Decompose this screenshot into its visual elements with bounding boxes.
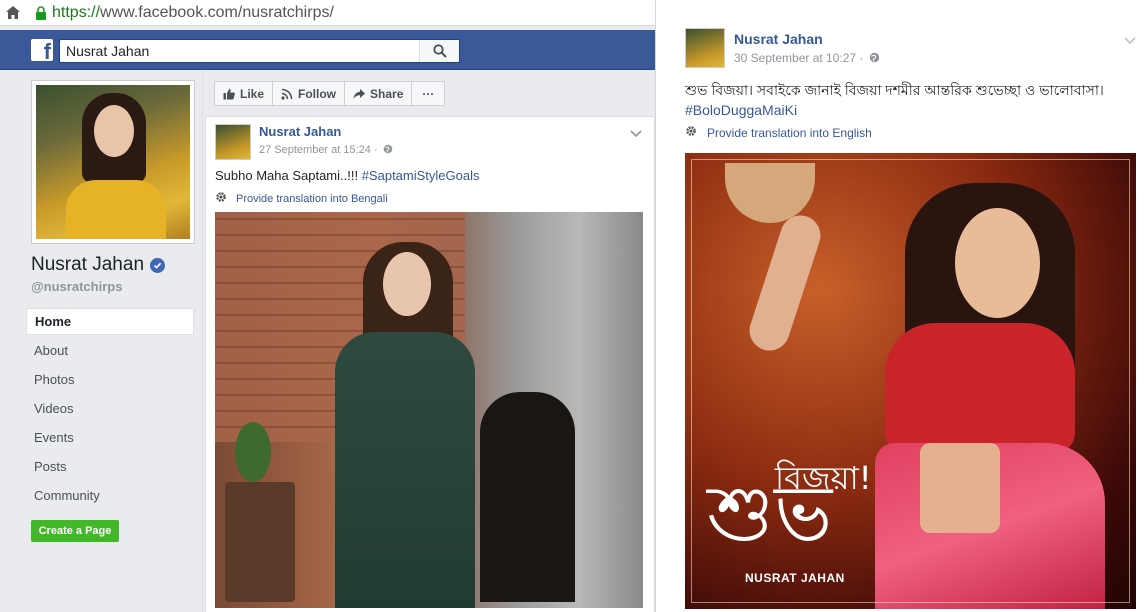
post-time[interactable]: 27 September at 15:24 · bbox=[259, 144, 393, 156]
post-photo[interactable]: বিজয়া! শুভ NUSRAT JAHAN bbox=[685, 153, 1136, 609]
vijaya-post-screenshot: Nusrat Jahan 30 September at 10:27 · শুভ… bbox=[672, 18, 1148, 612]
search-box[interactable] bbox=[59, 39, 460, 63]
post-avatar[interactable] bbox=[685, 28, 725, 68]
post-text: Subho Maha Saptami..!!! #SaptamiStyleGoa… bbox=[215, 168, 480, 183]
post-body: শুভ বিজয়া। সবাইকে জানাই বিজয়া দশমীর আন… bbox=[685, 82, 1104, 98]
screenshot-divider bbox=[655, 0, 656, 612]
page-name-text: Nusrat Jahan bbox=[31, 254, 145, 275]
lock-icon bbox=[32, 4, 50, 22]
column-divider bbox=[202, 70, 203, 612]
share-label: Share bbox=[370, 86, 404, 101]
url-scheme: https:// bbox=[52, 3, 101, 21]
follow-label: Follow bbox=[298, 86, 337, 101]
search-input[interactable] bbox=[60, 43, 420, 59]
nav-item-community[interactable]: Community bbox=[26, 481, 194, 510]
browser-url-bar[interactable]: https://www.facebook.com/nusratchirps/ bbox=[0, 0, 655, 26]
post-card: Nusrat Jahan 27 September at 15:24 · Sub… bbox=[205, 116, 655, 612]
photo-title-shubho: শুভ bbox=[707, 469, 833, 559]
post-hashtag[interactable]: #BoloDuggaMaiKi bbox=[685, 100, 1135, 120]
facebook-logo[interactable]: f bbox=[31, 39, 53, 61]
translate-label: Provide translation into Bengali bbox=[236, 192, 388, 205]
home-icon[interactable] bbox=[0, 0, 26, 26]
like-label: Like bbox=[240, 86, 265, 101]
translate-link[interactable]: Provide translation into English bbox=[685, 125, 872, 140]
search-icon bbox=[432, 44, 447, 58]
url-text[interactable]: https://www.facebook.com/nusratchirps/ bbox=[52, 4, 334, 22]
globe-icon bbox=[869, 52, 879, 63]
page-action-bar: Like Follow Share ··· bbox=[214, 81, 446, 106]
more-button[interactable]: ··· bbox=[411, 81, 446, 106]
like-icon bbox=[223, 88, 235, 100]
chevron-down-icon[interactable] bbox=[630, 125, 642, 143]
follow-icon bbox=[281, 88, 293, 100]
nav-item-photos[interactable]: Photos bbox=[26, 365, 194, 394]
share-button[interactable]: Share bbox=[344, 81, 413, 106]
profile-photo bbox=[36, 85, 190, 239]
nav-item-posts[interactable]: Posts bbox=[26, 452, 194, 481]
chevron-down-icon[interactable] bbox=[1124, 32, 1136, 50]
post-hashtag[interactable]: #SaptamiStyleGoals bbox=[362, 168, 480, 183]
post-text: শুভ বিজয়া। সবাইকে জানাই বিজয়া দশমীর আন… bbox=[685, 80, 1135, 120]
photo-name-caption: NUSRAT JAHAN bbox=[745, 571, 845, 585]
post-photo[interactable] bbox=[215, 212, 643, 608]
url-path: www.facebook.com/nusratchirps/ bbox=[100, 3, 334, 21]
post-avatar[interactable] bbox=[215, 124, 251, 160]
create-page-button[interactable]: Create a Page bbox=[31, 520, 119, 542]
post-author[interactable]: Nusrat Jahan bbox=[259, 124, 341, 139]
translate-link[interactable]: Provide translation into Bengali bbox=[215, 191, 388, 206]
follow-button[interactable]: Follow bbox=[272, 81, 346, 106]
more-icon: ··· bbox=[422, 86, 435, 101]
globe-icon bbox=[383, 144, 393, 154]
translate-label: Provide translation into English bbox=[707, 125, 872, 140]
search-button[interactable] bbox=[419, 40, 459, 62]
nav-item-events[interactable]: Events bbox=[26, 423, 194, 452]
verified-icon bbox=[150, 257, 166, 273]
gear-icon bbox=[685, 125, 697, 140]
facebook-top-bar: f bbox=[0, 30, 655, 70]
facebook-page-screenshot: f Nusrat Jahan @nusratchirps Home About … bbox=[0, 26, 655, 612]
nav-item-about[interactable]: About bbox=[26, 336, 194, 365]
share-icon bbox=[353, 88, 366, 100]
page-nav: Home About Photos Videos Events Posts Co… bbox=[26, 308, 194, 510]
post-time[interactable]: 30 September at 10:27 · bbox=[734, 51, 880, 65]
page-name[interactable]: Nusrat Jahan bbox=[31, 254, 166, 276]
profile-picture[interactable] bbox=[31, 80, 195, 244]
page-handle[interactable]: @nusratchirps bbox=[31, 279, 122, 294]
nav-item-videos[interactable]: Videos bbox=[26, 394, 194, 423]
nav-item-home[interactable]: Home bbox=[26, 308, 194, 335]
post-author[interactable]: Nusrat Jahan bbox=[734, 31, 823, 47]
like-button[interactable]: Like bbox=[214, 81, 274, 106]
gear-icon bbox=[215, 191, 227, 206]
